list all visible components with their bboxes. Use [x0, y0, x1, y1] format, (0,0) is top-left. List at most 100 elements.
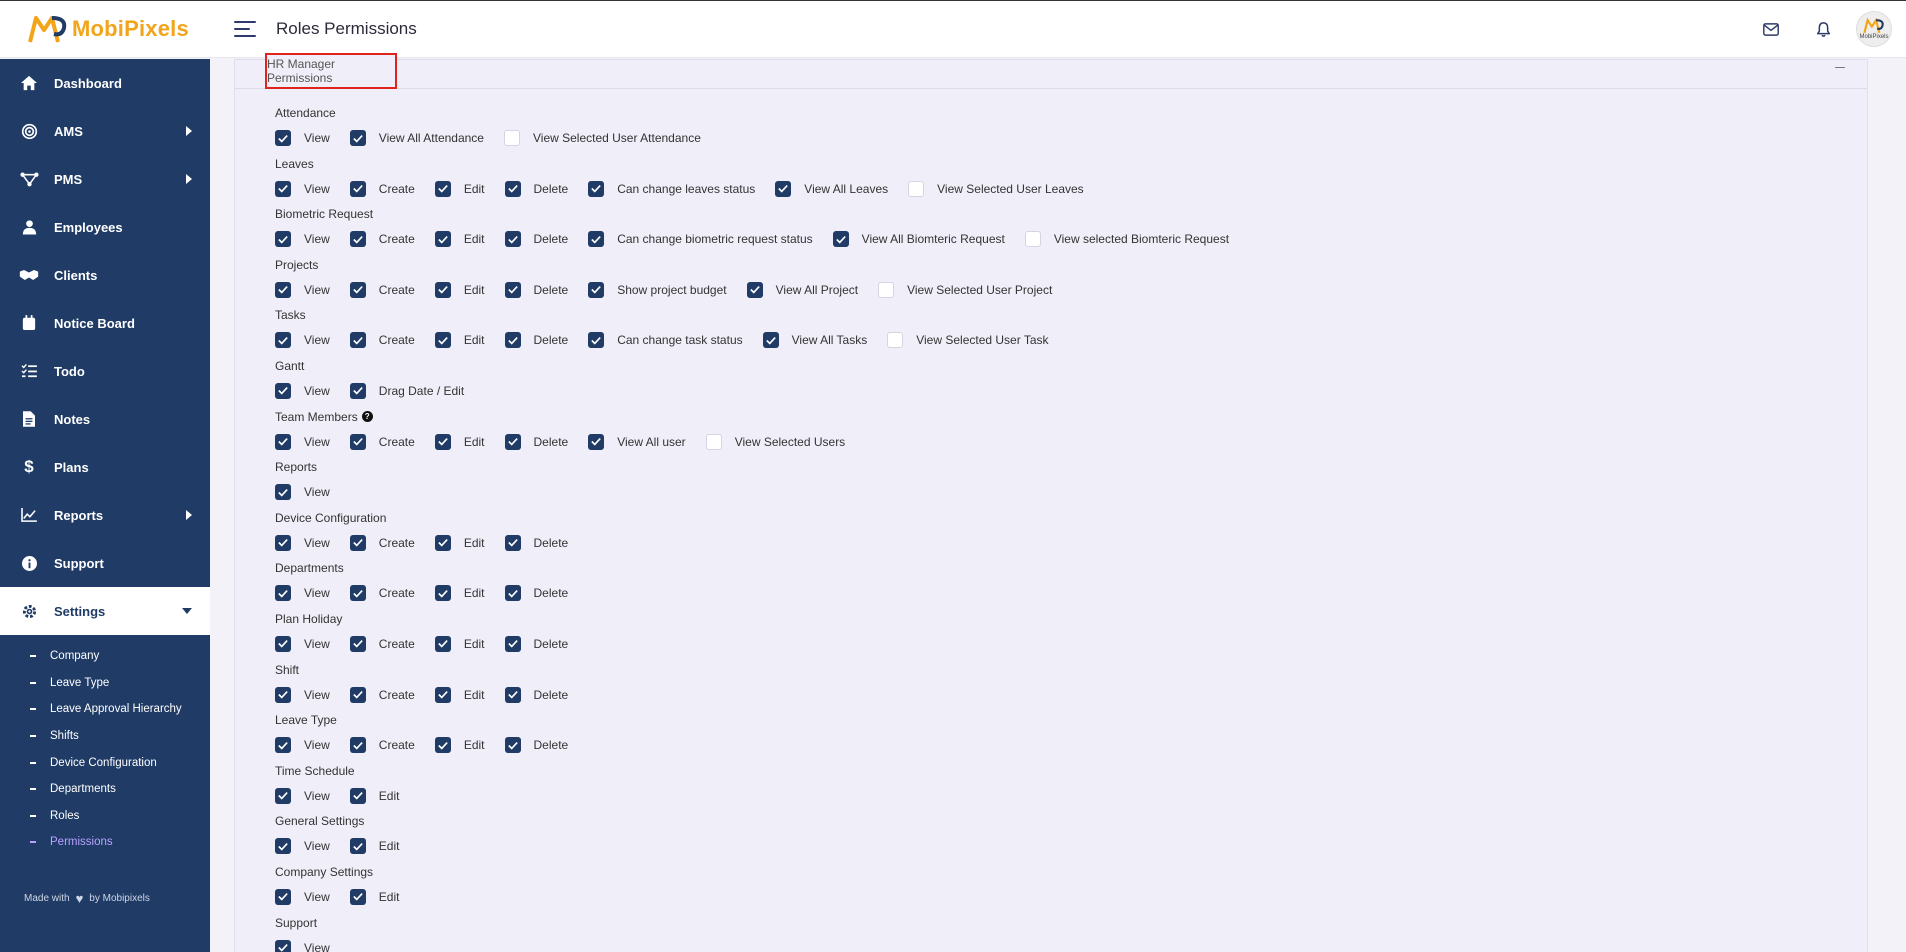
sidebar-item-support[interactable]: Support: [0, 539, 210, 587]
checkbox-unchecked[interactable]: [878, 281, 895, 298]
mail-icon[interactable]: [1760, 18, 1782, 40]
checkbox-checked[interactable]: [349, 281, 366, 298]
checkbox-checked[interactable]: [275, 130, 291, 146]
bell-icon[interactable]: [1812, 18, 1834, 40]
permission-option[interactable]: Delete: [504, 534, 568, 551]
sidebar-item-pms[interactable]: PMS: [0, 155, 210, 203]
permission-option[interactable]: Edit: [434, 534, 485, 551]
permission-option[interactable]: View All Biomteric Request: [832, 231, 1005, 248]
permission-option[interactable]: View All Tasks: [762, 332, 867, 349]
checkbox-checked[interactable]: [504, 686, 521, 703]
permission-option[interactable]: Edit: [349, 838, 399, 855]
permission-option[interactable]: View: [275, 635, 330, 652]
checkbox-checked[interactable]: [775, 180, 792, 197]
checkbox-checked[interactable]: [275, 534, 291, 551]
permission-option[interactable]: View Selected User Leaves: [908, 180, 1084, 197]
checkbox-checked[interactable]: [504, 180, 521, 197]
permission-option[interactable]: Delete: [504, 433, 568, 450]
checkbox-checked[interactable]: [504, 281, 521, 298]
checkbox-checked[interactable]: [349, 433, 366, 450]
sidebar-item-notes[interactable]: Notes: [0, 395, 210, 443]
checkbox-checked[interactable]: [275, 231, 291, 248]
sidebar-subitem-departments[interactable]: Departments: [0, 776, 210, 803]
checkbox-checked[interactable]: [588, 281, 605, 298]
permission-option[interactable]: View: [275, 838, 330, 855]
checkbox-unchecked[interactable]: [503, 130, 520, 146]
checkbox-checked[interactable]: [349, 534, 366, 551]
checkbox-checked[interactable]: [504, 231, 521, 248]
permission-option[interactable]: Create: [349, 585, 415, 602]
checkbox-checked[interactable]: [275, 433, 291, 450]
checkbox-checked[interactable]: [349, 787, 366, 804]
avatar[interactable]: MobiPixels: [1856, 11, 1892, 47]
checkbox-checked[interactable]: [349, 180, 366, 197]
checkbox-checked[interactable]: [275, 281, 291, 298]
sidebar-item-employees[interactable]: Employees: [0, 203, 210, 251]
permission-option[interactable]: View: [275, 939, 330, 952]
checkbox-checked[interactable]: [504, 332, 521, 349]
permission-option[interactable]: Edit: [434, 635, 485, 652]
permission-option[interactable]: View: [275, 180, 330, 197]
sidebar-item-ams[interactable]: AMS: [0, 107, 210, 155]
permission-option[interactable]: View All Project: [746, 281, 858, 298]
checkbox-checked[interactable]: [275, 737, 291, 754]
checkbox-checked[interactable]: [434, 180, 451, 197]
checkbox-unchecked[interactable]: [908, 180, 925, 197]
permission-option[interactable]: Can change task status: [588, 332, 743, 349]
checkbox-checked[interactable]: [275, 180, 291, 197]
checkbox-checked[interactable]: [588, 433, 605, 450]
permission-option[interactable]: Show project budget: [588, 281, 727, 298]
checkbox-checked[interactable]: [349, 737, 366, 754]
permission-option[interactable]: Delete: [504, 737, 568, 754]
checkbox-checked[interactable]: [504, 635, 521, 652]
checkbox-checked[interactable]: [434, 635, 451, 652]
checkbox-checked[interactable]: [349, 888, 366, 905]
checkbox-checked[interactable]: [504, 585, 521, 602]
role-title[interactable]: HR Manager Permissions: [265, 53, 397, 89]
permission-option[interactable]: View Selected User Project: [878, 281, 1052, 298]
sidebar-item-todo[interactable]: Todo: [0, 347, 210, 395]
checkbox-checked[interactable]: [275, 838, 291, 855]
sidebar-subitem-shifts[interactable]: Shifts: [0, 723, 210, 750]
sidebar-item-clients[interactable]: Clients: [0, 251, 210, 299]
permission-option[interactable]: View All Attendance: [349, 130, 484, 146]
checkbox-checked[interactable]: [349, 686, 366, 703]
collapse-icon[interactable]: [1835, 67, 1845, 68]
sidebar-subitem-company[interactable]: Company: [0, 643, 210, 670]
checkbox-checked[interactable]: [275, 332, 291, 349]
sidebar-item-settings[interactable]: Settings: [0, 587, 210, 635]
checkbox-checked[interactable]: [832, 231, 849, 248]
permission-option[interactable]: Create: [349, 281, 415, 298]
sidebar-subitem-leave-approval-hierarchy[interactable]: Leave Approval Hierarchy: [0, 696, 210, 723]
checkbox-checked[interactable]: [434, 332, 451, 349]
checkbox-checked[interactable]: [349, 231, 366, 248]
permission-option[interactable]: View All Leaves: [775, 180, 888, 197]
checkbox-checked[interactable]: [434, 686, 451, 703]
checkbox-checked[interactable]: [434, 534, 451, 551]
sidebar-subitem-permissions[interactable]: Permissions: [0, 829, 210, 856]
checkbox-checked[interactable]: [504, 433, 521, 450]
checkbox-checked[interactable]: [349, 838, 366, 855]
sidebar-subitem-roles[interactable]: Roles: [0, 803, 210, 830]
checkbox-checked[interactable]: [588, 231, 605, 248]
permission-option[interactable]: Edit: [434, 281, 485, 298]
permission-option[interactable]: Create: [349, 433, 415, 450]
permission-option[interactable]: Create: [349, 534, 415, 551]
sidebar-item-notice-board[interactable]: Notice Board: [0, 299, 210, 347]
checkbox-checked[interactable]: [434, 585, 451, 602]
checkbox-checked[interactable]: [434, 433, 451, 450]
permission-option[interactable]: View: [275, 382, 330, 399]
checkbox-checked[interactable]: [434, 737, 451, 754]
help-icon[interactable]: ?: [361, 411, 373, 423]
permission-option[interactable]: Edit: [434, 737, 485, 754]
checkbox-unchecked[interactable]: [887, 332, 904, 349]
permission-option[interactable]: Edit: [434, 686, 485, 703]
sidebar-subitem-device-configuration[interactable]: Device Configuration: [0, 749, 210, 776]
permission-option[interactable]: View Selected User Task: [887, 332, 1049, 349]
permission-option[interactable]: Create: [349, 686, 415, 703]
permission-option[interactable]: Edit: [434, 332, 485, 349]
checkbox-checked[interactable]: [275, 787, 291, 804]
checkbox-checked[interactable]: [275, 939, 291, 952]
logo[interactable]: MobiPixels: [0, 14, 210, 44]
permission-option[interactable]: View: [275, 888, 330, 905]
